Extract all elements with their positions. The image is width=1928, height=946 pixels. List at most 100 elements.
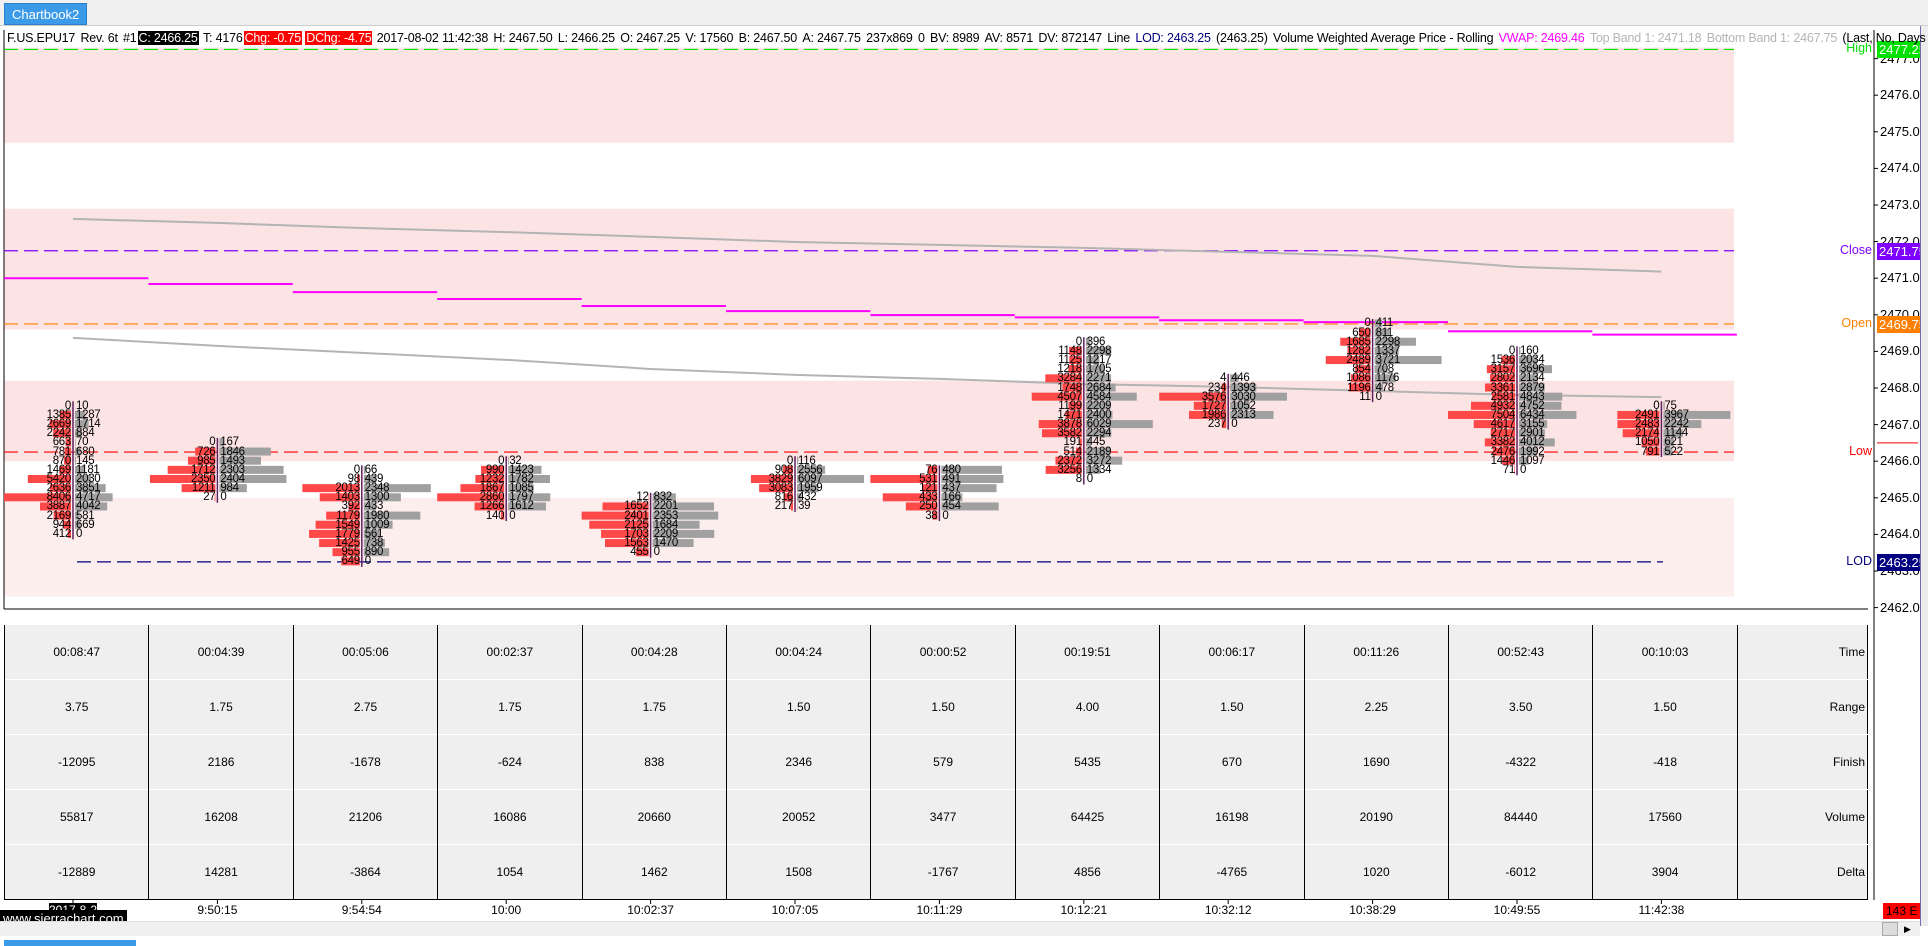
time-label: 10:38:29 [1349, 903, 1396, 917]
table-cell: 00:10:03 [1593, 625, 1738, 680]
table-cell: -12095 [5, 735, 150, 790]
close-value: C: 2466.25 [137, 31, 199, 45]
table-cell: 670 [1160, 735, 1305, 790]
table-cell: 1508 [727, 845, 872, 900]
table-cell: 1.75 [583, 680, 727, 735]
time-label: 10:32:12 [1204, 903, 1252, 917]
table-cell: 00:08:47 [5, 625, 150, 680]
time-label: 10:11:29 [916, 903, 963, 917]
ask-volume-label: 0 [1520, 463, 1527, 476]
table-cell: -1767 [871, 845, 1016, 900]
ask-volume-label: 0 [942, 509, 949, 522]
table-cell: 4.00 [1016, 680, 1161, 735]
table-row-time: 00:08:47 00:04:39 00:05:06 00:02:37 00:04:28… [5, 625, 1869, 680]
vwap-value: VWAP: 2469.46 [1498, 31, 1585, 45]
revision: Rev. 6t [80, 31, 118, 45]
table-cell: 21206 [294, 790, 439, 845]
time-label: 9:54:54 [341, 903, 382, 917]
table-cell: 4856 [1016, 845, 1161, 900]
bid-volume-label: 71 [1502, 463, 1516, 476]
bid-volume-label: 38 [925, 509, 938, 522]
table-cell: 2186 [149, 735, 294, 790]
stats-table: 00:08:47 00:04:39 00:05:06 00:02:37 00:04:28… [4, 625, 1869, 900]
table-cell: 14281 [149, 845, 294, 900]
bid-volume-label: 791 [1641, 445, 1660, 458]
table-row-label: Range [1829, 700, 1865, 714]
ask-volume-label: 0 [653, 546, 660, 559]
table-cell: 1054 [438, 845, 583, 900]
table-cell: 3.75 [5, 680, 150, 735]
table-cell: 00:02:37 [438, 625, 583, 680]
table-cell: 00:04:24 [727, 625, 872, 680]
table-row-label: Delta [1836, 865, 1865, 879]
chart-info-line: F.US.EPU17 Rev. 6t #1 C: 2466.25 T: 4176 C… [6, 31, 1928, 45]
bid-ask-size: 237x869 [866, 31, 913, 45]
bid-volume-label: 27 [203, 491, 216, 504]
table-cell: 16086 [438, 790, 583, 845]
table-cell: -3864 [294, 845, 439, 900]
low: L: 2466.25 [557, 31, 615, 45]
zero: 0 [917, 31, 925, 45]
table-cell: 2.25 [1305, 680, 1449, 735]
high: H: 2467.50 [493, 31, 553, 45]
marker-label-low: Low [1849, 444, 1872, 459]
table-cell: 17560 [1593, 790, 1738, 845]
bid-volume-label: 649 [341, 555, 361, 568]
table-cell: -6012 [1449, 845, 1594, 900]
ask-volume-label: 0 [1086, 473, 1093, 485]
ask-volume-label: 0 [1375, 390, 1382, 403]
scroll-right-arrow-icon[interactable]: ▶ [1904, 924, 1911, 935]
table-cell: 1.75 [149, 680, 294, 735]
table-cell: -1678 [294, 735, 439, 790]
table-cell: 3477 [871, 790, 1016, 845]
volume: V: 17560 [685, 31, 734, 45]
ask: A: 2467.75 [802, 31, 861, 45]
shaded-zone [4, 47, 1734, 143]
time-label: 11:42:38 [1638, 903, 1685, 917]
table-cell: -4765 [1160, 845, 1305, 900]
marker-label-open: Open [1841, 315, 1872, 330]
ask-volume-label: 522 [1664, 445, 1683, 458]
table-cell: 3904 [1593, 845, 1738, 900]
change: Chg: -0.75 [243, 31, 302, 45]
table-cell: 1.50 [1160, 680, 1305, 735]
table-cell: -418 [1593, 735, 1738, 790]
table-cell: 3.50 [1449, 680, 1594, 735]
table-cell: 00:19:51 [1016, 625, 1161, 680]
bid-volume-label: 237 [1207, 418, 1227, 431]
chart-number: #1 [123, 31, 137, 45]
bottom-band-value: Bottom Band 1: 2467.75 [1706, 31, 1838, 45]
table-cell: 00:00:52 [871, 625, 1016, 680]
top-band-value: Top Band 1: 2471.18 [1589, 31, 1702, 45]
table-row-range: 3.75 1.75 2.75 1.75 1.75 1.50 1.50 4.00 1.50 2.25… [5, 680, 1869, 735]
table-row-label: Finish [1832, 755, 1865, 769]
scrollbar-thumb[interactable] [1882, 922, 1898, 936]
table-cell: 16198 [1160, 790, 1305, 845]
table-cell: 16208 [149, 790, 294, 845]
ask-volume-label: 0 [76, 527, 83, 540]
study-params: (Last, No, Days - Trading Days, 1 [1842, 31, 1928, 45]
table-cell: 2346 [727, 735, 872, 790]
table-cell: 1462 [583, 845, 727, 900]
ask-volume: AV: 8571 [984, 31, 1034, 45]
status-box: 143 E [1883, 903, 1921, 919]
table-cell: 00:04:39 [149, 625, 294, 680]
table-cell: 1.50 [871, 680, 1016, 735]
table-cell: -12889 [5, 845, 150, 900]
table-row-volume: 55817 16208 21206 16086 20660 20052 3477 64425 1… [5, 790, 1869, 845]
datetime: 2017-08-02 11:42:38 [376, 31, 489, 45]
vertical-scrollbar[interactable] [1920, 26, 1928, 926]
bid-volume-label: 8 [1075, 473, 1082, 485]
table-cell: 5435 [1016, 735, 1161, 790]
table-cell: 1.50 [727, 680, 872, 735]
table-cell: 00:11:26 [1305, 625, 1449, 680]
time-label: 10:12:21 [1060, 903, 1108, 917]
table-cell: 00:06:17 [1160, 625, 1305, 680]
symbol: F.US.EPU17 [7, 31, 76, 45]
horizontal-scrollbar[interactable]: ▶ [0, 921, 1920, 936]
bid-volume-label: 3256 [1057, 463, 1082, 476]
bid-volume-label: 455 [630, 546, 649, 559]
time-label: 10:02:37 [627, 903, 674, 917]
study-name: Volume Weighted Average Price - Rolling [1273, 31, 1494, 45]
chartbook-progress [4, 940, 136, 946]
